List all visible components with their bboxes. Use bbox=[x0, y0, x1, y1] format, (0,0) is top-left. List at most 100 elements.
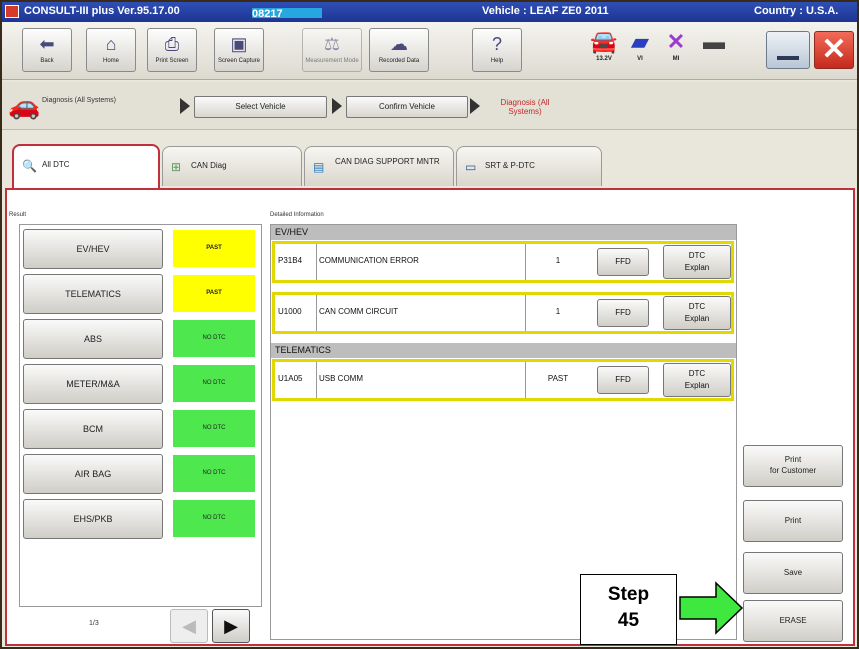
dtc-row: U1A05 USB COMM PAST FFD DTC Explan bbox=[272, 359, 734, 401]
confirm-vehicle-button[interactable]: Confirm Vehicle bbox=[346, 96, 468, 118]
mi-icon: ✕ bbox=[666, 29, 686, 54]
measurement-mode-label: Measurement Mode bbox=[305, 58, 359, 64]
ffd-button[interactable]: FFD bbox=[597, 299, 649, 327]
select-vehicle-button[interactable]: Select Vehicle bbox=[194, 96, 327, 118]
tab-can-diag-support-mntr[interactable]: ▤ CAN DIAG SUPPORT MNTR bbox=[304, 146, 454, 186]
app-title: CONSULT-III plus Ver.95.17.00 bbox=[24, 5, 180, 17]
erase-button[interactable]: ERASE bbox=[743, 600, 843, 642]
system-status-badge: NO DTC bbox=[173, 410, 255, 447]
minimize-button[interactable] bbox=[766, 31, 810, 69]
system-button-telematics[interactable]: TELEMATICS bbox=[23, 274, 163, 314]
battery-car-icon: 🚘 bbox=[590, 29, 618, 54]
column-divider bbox=[316, 362, 317, 398]
back-button[interactable]: ⬅ Back bbox=[22, 28, 72, 72]
back-label: Back bbox=[40, 58, 54, 64]
system-button-bcm[interactable]: BCM bbox=[23, 409, 163, 449]
system-row: TELEMATICS PAST bbox=[23, 274, 257, 316]
detailed-info-header: Detailed Information bbox=[270, 212, 324, 218]
result-header: Result bbox=[9, 212, 27, 218]
system-row: METER/M&A NO DTC bbox=[23, 364, 257, 406]
print-for-customer-button[interactable]: Print for Customer bbox=[743, 445, 843, 487]
print-screen-label: Print Screen bbox=[155, 58, 189, 64]
screen-capture-button[interactable]: ▣ Screen Capture bbox=[214, 28, 264, 72]
close-button[interactable]: ✕ bbox=[814, 31, 854, 69]
recorded-data-button[interactable]: ☁ Recorded Data bbox=[369, 28, 429, 72]
tab-can-diag[interactable]: ⊞ CAN Diag bbox=[162, 146, 302, 186]
ffd-button[interactable]: FFD bbox=[597, 248, 649, 276]
tab-all-dtc[interactable]: 🔍 All DTC bbox=[12, 144, 160, 188]
next-page-button[interactable]: ▶ bbox=[212, 609, 250, 643]
car-icon: 🚗 bbox=[8, 90, 41, 120]
breadcrumb-current: Diagnosis (All Systems) bbox=[500, 98, 550, 116]
battery-status: 🚘 13.2V bbox=[587, 28, 621, 62]
tab-all-dtc-label: All DTC bbox=[42, 160, 70, 169]
camera-icon: ▣ bbox=[230, 34, 248, 54]
network-icon: ⊞ bbox=[171, 160, 182, 174]
system-status-badge: NO DTC bbox=[173, 500, 255, 537]
chevron-left-icon: ◀ bbox=[182, 616, 196, 636]
home-button[interactable]: ⌂ Home bbox=[86, 28, 136, 72]
measurement-mode-button[interactable]: ⚖ Measurement Mode bbox=[302, 28, 362, 72]
dtc-description: CAN COMM CIRCUIT bbox=[319, 307, 399, 316]
vi-icon: ▰ bbox=[631, 29, 649, 54]
title-bar: CONSULT-III plus Ver.95.17.00 VIN:JN1082… bbox=[2, 2, 857, 22]
system-button-ev-hev[interactable]: EV/HEV bbox=[23, 229, 163, 269]
help-label: Help bbox=[490, 58, 504, 64]
status-indicators: 🚘 13.2V ▰ VI ✕ MI ▬ bbox=[587, 28, 737, 72]
system-button-ehs-pkb[interactable]: EHS/PKB bbox=[23, 499, 163, 539]
dtc-description: COMMUNICATION ERROR bbox=[319, 256, 419, 265]
tab-srt-p-dtc-label: SRT & P-DTC bbox=[485, 161, 535, 170]
home-icon: ⌂ bbox=[105, 34, 117, 54]
consult-logo-icon bbox=[5, 5, 19, 18]
toolbar: ⬅ Back ⌂ Home ⎙ Print Screen ▣ Screen Ca… bbox=[2, 22, 857, 80]
print-screen-button[interactable]: ⎙ Print Screen bbox=[147, 28, 197, 72]
step-callout: Step 45 bbox=[580, 574, 677, 645]
dtc-explanation-label: Explan bbox=[684, 314, 710, 323]
dtc-code: U1A05 bbox=[278, 374, 303, 383]
column-divider bbox=[525, 295, 526, 331]
column-divider bbox=[316, 295, 317, 331]
step-callout-label: Step bbox=[607, 584, 650, 605]
dtc-explanation-button[interactable]: DTC Explan bbox=[663, 245, 731, 279]
system-button-meter[interactable]: METER/M&A bbox=[23, 364, 163, 404]
dtc-explanation-button[interactable]: DTC Explan bbox=[663, 363, 731, 397]
mi-status: ✕ MI bbox=[659, 28, 693, 62]
ffd-button[interactable]: FFD bbox=[597, 366, 649, 394]
connector-status: ▬ bbox=[697, 28, 731, 56]
search-icon: 🔍 bbox=[22, 159, 37, 173]
column-divider bbox=[525, 362, 526, 398]
save-button[interactable]: Save bbox=[743, 552, 843, 594]
vehicle-label: Vehicle : LEAF ZE0 2011 bbox=[482, 5, 609, 17]
system-status-badge: PAST bbox=[173, 275, 255, 312]
system-status-badge: NO DTC bbox=[173, 455, 255, 492]
system-row: ABS NO DTC bbox=[23, 319, 257, 361]
dtc-row: P31B4 COMMUNICATION ERROR 1 FFD DTC Expla… bbox=[272, 241, 734, 283]
dtc-code: P31B4 bbox=[278, 256, 303, 265]
help-button[interactable]: ? Help bbox=[472, 28, 522, 72]
step-callout-number: 45 bbox=[617, 610, 640, 631]
dtc-count: PAST bbox=[547, 374, 569, 383]
mi-label: MI bbox=[672, 56, 680, 62]
system-row: EHS/PKB NO DTC bbox=[23, 499, 257, 541]
dtc-count: 1 bbox=[555, 307, 561, 316]
system-button-abs[interactable]: ABS bbox=[23, 319, 163, 359]
dtc-explanation-label: Explan bbox=[684, 381, 710, 390]
prev-page-button[interactable]: ◀ bbox=[170, 609, 208, 643]
tab-srt-p-dtc[interactable]: ▭ SRT & P-DTC bbox=[456, 146, 602, 186]
system-row: AIR BAG NO DTC bbox=[23, 454, 257, 496]
pagination: 1/3 ◀ ▶ bbox=[19, 607, 262, 643]
printer-icon: ⎙ bbox=[164, 34, 180, 54]
dtc-row: U1000 CAN COMM CIRCUIT 1 FFD DTC Explan bbox=[272, 292, 734, 334]
system-status-badge: PAST bbox=[173, 230, 255, 267]
app-window: CONSULT-III plus Ver.95.17.00 VIN:JN1082… bbox=[0, 0, 859, 649]
dtc-explanation-button[interactable]: DTC Explan bbox=[663, 296, 731, 330]
print-for-customer-label: for Customer bbox=[769, 466, 817, 475]
system-result-list: EV/HEV PAST TELEMATICS PAST ABS NO DTC M… bbox=[19, 224, 262, 607]
tab-bar: 🔍 All DTC ⊞ CAN Diag ▤ CAN DIAG SUPPORT … bbox=[2, 140, 857, 188]
back-arrow-icon: ⬅ bbox=[39, 34, 55, 54]
system-button-air-bag[interactable]: AIR BAG bbox=[23, 454, 163, 494]
all-dtc-panel: Result Detailed Information EV/HEV PAST … bbox=[5, 188, 855, 646]
breadcrumb: 🚗 Diagnosis (All Systems) Select Vehicle… bbox=[2, 82, 857, 130]
breadcrumb-diagnosis-all[interactable]: Diagnosis (All Systems) bbox=[42, 96, 122, 105]
print-button[interactable]: Print bbox=[743, 500, 843, 542]
